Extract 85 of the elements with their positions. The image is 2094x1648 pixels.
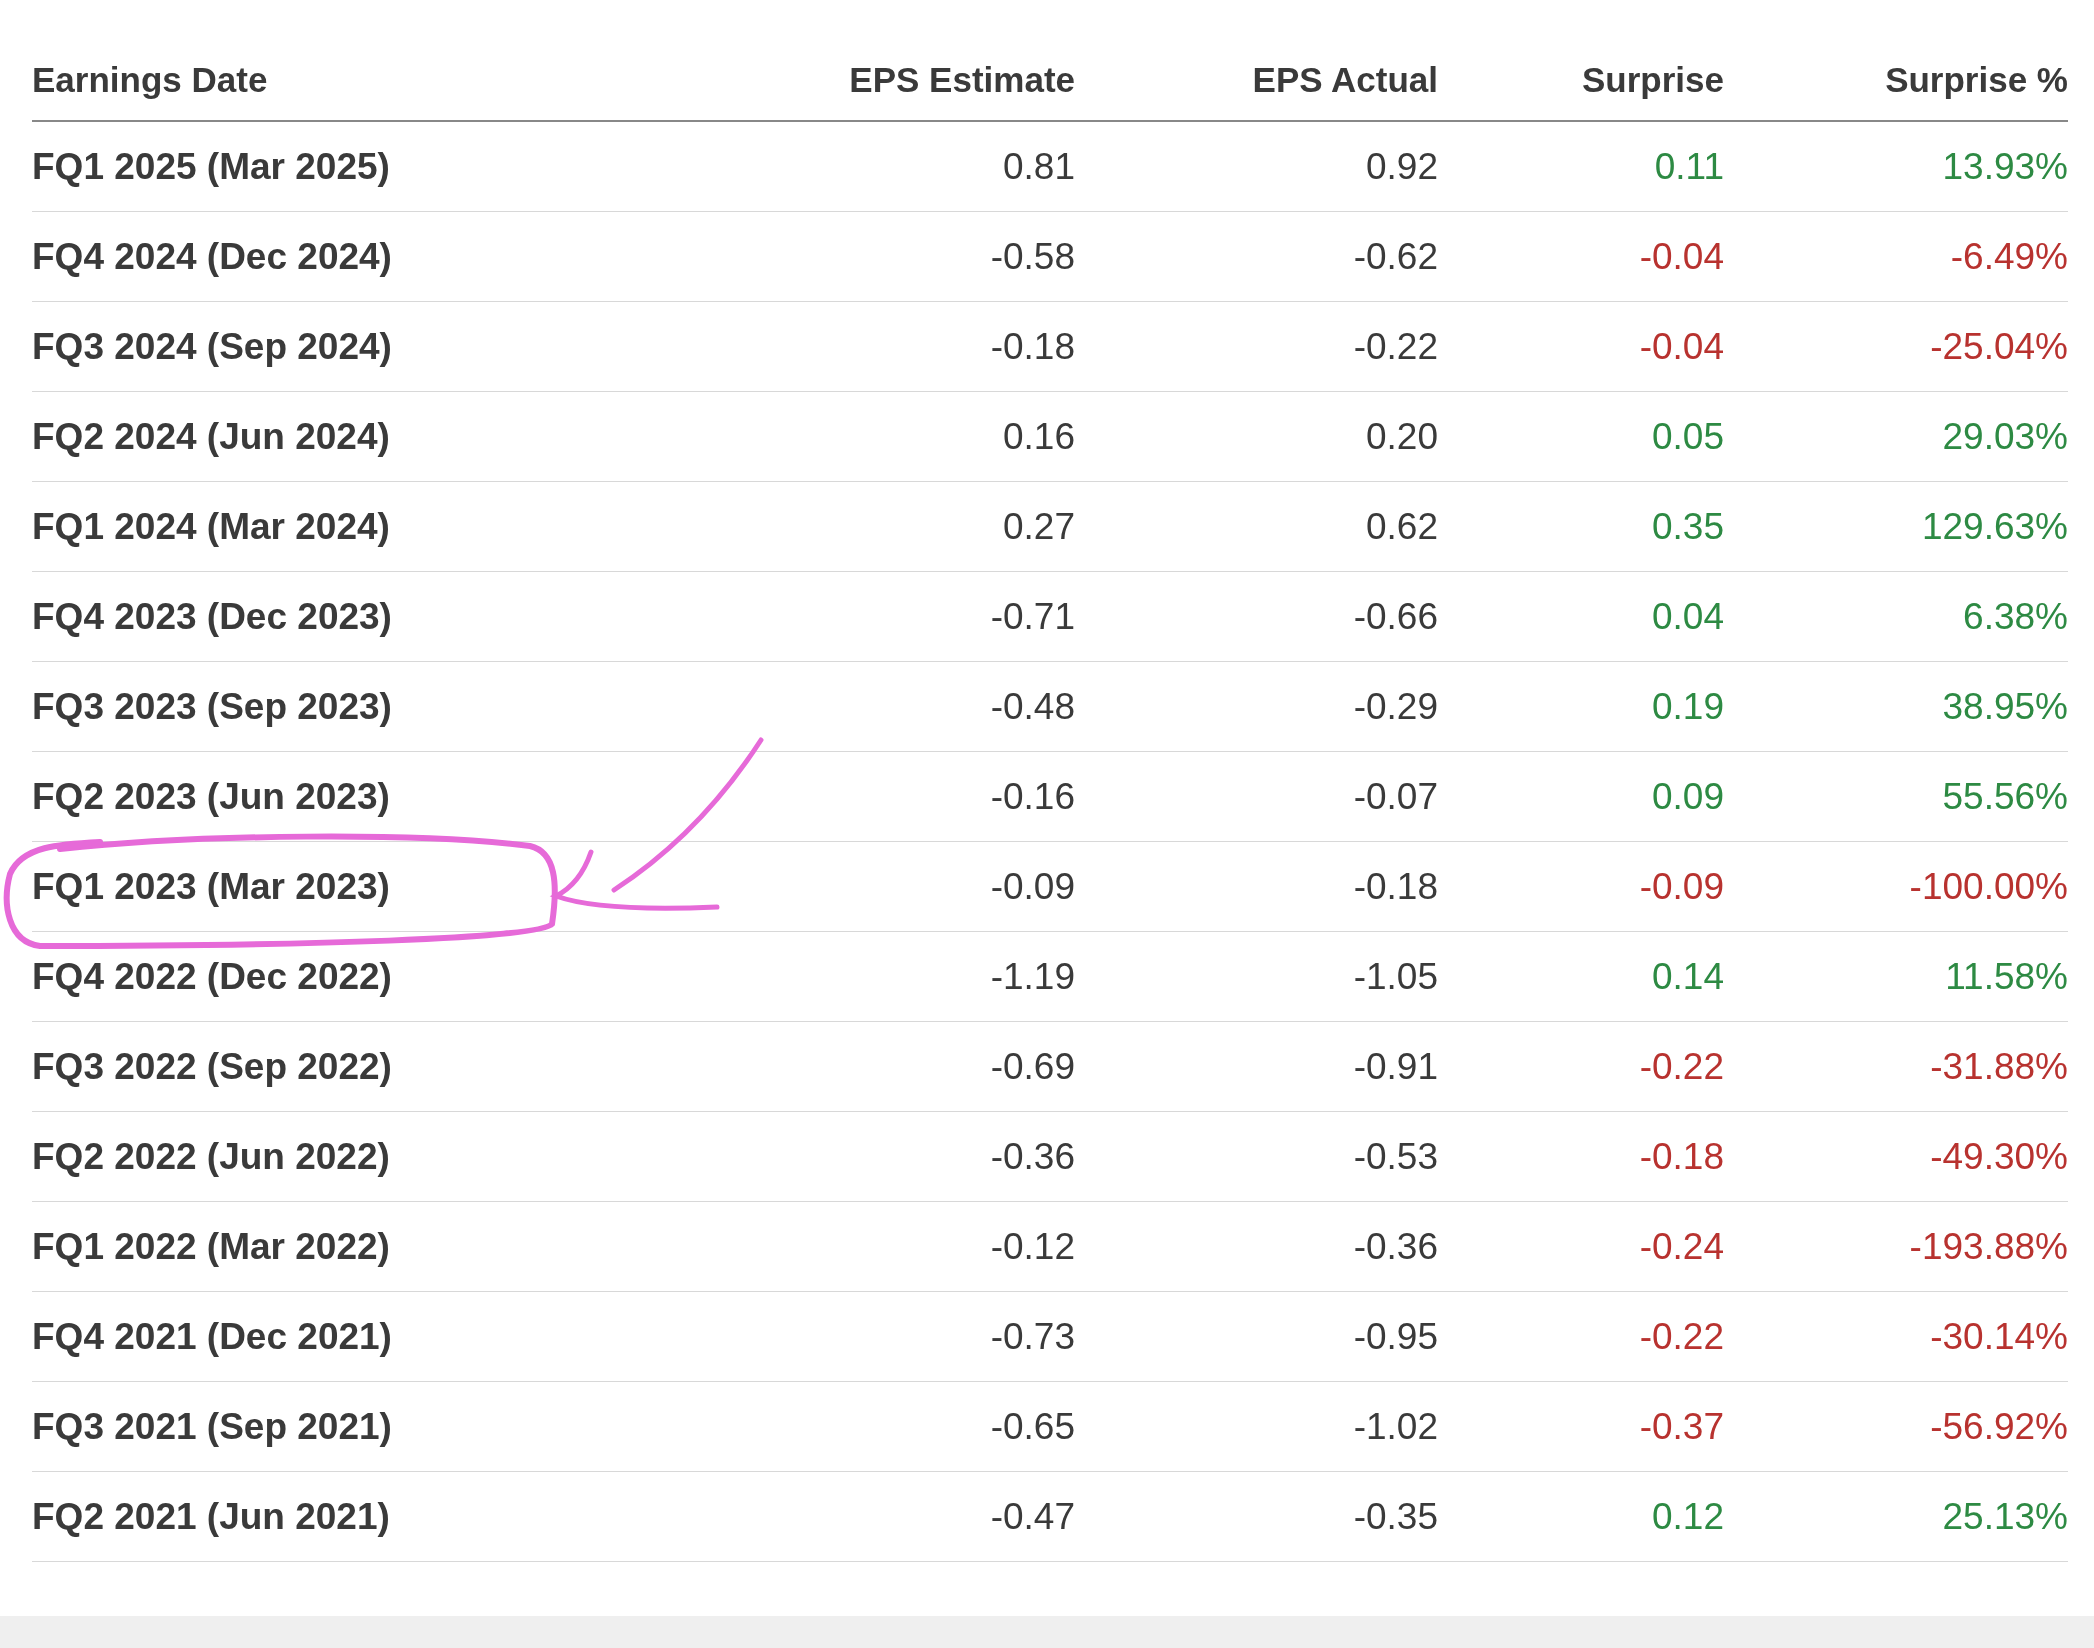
table-cell: FQ1 2023 (Mar 2023) [32, 865, 390, 908]
table-cell: -0.62 [1353, 235, 1438, 278]
table-cell: 0.12 [1652, 1495, 1724, 1538]
table-cell: FQ4 2023 (Dec 2023) [32, 595, 392, 638]
table-cell: 6.38% [1963, 595, 2068, 638]
table-cell: -0.37 [1639, 1405, 1724, 1448]
table-cell: -0.12 [990, 1225, 1075, 1268]
table-cell: FQ2 2023 (Jun 2023) [32, 775, 390, 818]
table-cell: -0.09 [990, 865, 1075, 908]
table-cell: -0.58 [990, 235, 1075, 278]
table-cell: 0.81 [1003, 145, 1075, 188]
table-cell: 29.03% [1942, 415, 2068, 458]
table-cell: 0.16 [1003, 415, 1075, 458]
column-header: Earnings Date [32, 60, 269, 100]
table-cell: FQ1 2024 (Mar 2024) [32, 505, 390, 548]
table-cell: -0.66 [1353, 595, 1438, 638]
table-cell: 13.93% [1942, 145, 2068, 188]
table-cell: -0.73 [990, 1315, 1075, 1358]
table-cell: FQ3 2024 (Sep 2024) [32, 325, 392, 368]
table-cell: FQ2 2021 (Jun 2021) [32, 1495, 390, 1538]
table-cell: -56.92% [1930, 1405, 2068, 1448]
table-cell: -1.05 [1353, 955, 1438, 998]
table-cell: 129.63% [1921, 505, 2068, 548]
table-cell: FQ3 2023 (Sep 2023) [32, 685, 392, 728]
table-cell: 0.27 [1003, 505, 1075, 548]
table-cell: 0.19 [1652, 685, 1724, 728]
table-cell: -31.88% [1930, 1045, 2068, 1088]
table-cell: -0.22 [1639, 1315, 1724, 1358]
table-cell: FQ4 2021 (Dec 2021) [32, 1315, 392, 1358]
table-cell: -0.36 [1353, 1225, 1438, 1268]
table-cell: -0.22 [1353, 325, 1438, 368]
table-cell: 0.05 [1652, 415, 1724, 458]
table-cell: -0.29 [1353, 685, 1438, 728]
table-cell: -0.04 [1639, 325, 1724, 368]
table-cell: -6.49% [1950, 235, 2068, 278]
table-cell: FQ3 2022 (Sep 2022) [32, 1045, 392, 1088]
table-cell: -25.04% [1930, 325, 2068, 368]
table-cell: 0.11 [1654, 145, 1724, 188]
table-cell: -0.35 [1353, 1495, 1438, 1538]
table-cell: 0.92 [1366, 145, 1438, 188]
table-cell: 55.56% [1942, 775, 2068, 818]
table-cell: 0.35 [1652, 505, 1724, 548]
table-cell: -0.48 [990, 685, 1075, 728]
column-header: EPS Estimate [849, 60, 1075, 100]
table-cell: -0.16 [990, 775, 1075, 818]
table-cell: 0.04 [1652, 595, 1724, 638]
table-cell: FQ1 2022 (Mar 2022) [32, 1225, 390, 1268]
table-cell: -0.07 [1353, 775, 1438, 818]
table-cell: 11.58% [1945, 955, 2068, 998]
table-cell: -0.53 [1353, 1135, 1438, 1178]
table-cell: -30.14% [1930, 1315, 2068, 1358]
table-cell: FQ1 2025 (Mar 2025) [32, 145, 390, 188]
table-cell: 0.14 [1652, 955, 1724, 998]
table-cell: FQ2 2024 (Jun 2024) [32, 415, 390, 458]
table-cell: 0.20 [1366, 415, 1438, 458]
table-cell: -0.18 [1639, 1135, 1724, 1178]
table-cell: -0.22 [1639, 1045, 1724, 1088]
table-cell: 0.62 [1366, 505, 1438, 548]
column-header: Surprise % [1885, 60, 2068, 100]
table-cell: -0.36 [990, 1135, 1075, 1178]
table-cell: -0.71 [990, 595, 1075, 638]
table-cell: 25.13% [1942, 1495, 2068, 1538]
table-cell: FQ3 2021 (Sep 2021) [32, 1405, 392, 1448]
table-cell: -0.69 [990, 1045, 1075, 1088]
table-cell: 38.95% [1942, 685, 2068, 728]
table-cell: FQ2 2022 (Jun 2022) [32, 1135, 390, 1178]
table-cell: -0.09 [1639, 865, 1724, 908]
table-cell: -49.30% [1930, 1135, 2068, 1178]
table-cell: -0.65 [990, 1405, 1075, 1448]
table-cell: FQ4 2022 (Dec 2022) [32, 955, 392, 998]
table-cell: 0.09 [1652, 775, 1724, 818]
table-cell: -0.47 [990, 1495, 1075, 1538]
table-cell: -0.04 [1639, 235, 1724, 278]
table-cell: -0.91 [1353, 1045, 1438, 1088]
column-header: Surprise [1582, 60, 1724, 100]
table-cell: -0.24 [1639, 1225, 1724, 1268]
column-header: EPS Actual [1252, 60, 1438, 100]
table-cell: -1.19 [990, 955, 1075, 998]
table-cell: -0.95 [1353, 1315, 1438, 1358]
table-cell: FQ4 2024 (Dec 2024) [32, 235, 392, 278]
table-cell: -1.02 [1353, 1405, 1438, 1448]
table-cell: -0.18 [1353, 865, 1438, 908]
table-cell: -0.18 [990, 325, 1075, 368]
table-cell: -100.00% [1909, 865, 2068, 908]
table-cell: -193.88% [1909, 1225, 2068, 1268]
